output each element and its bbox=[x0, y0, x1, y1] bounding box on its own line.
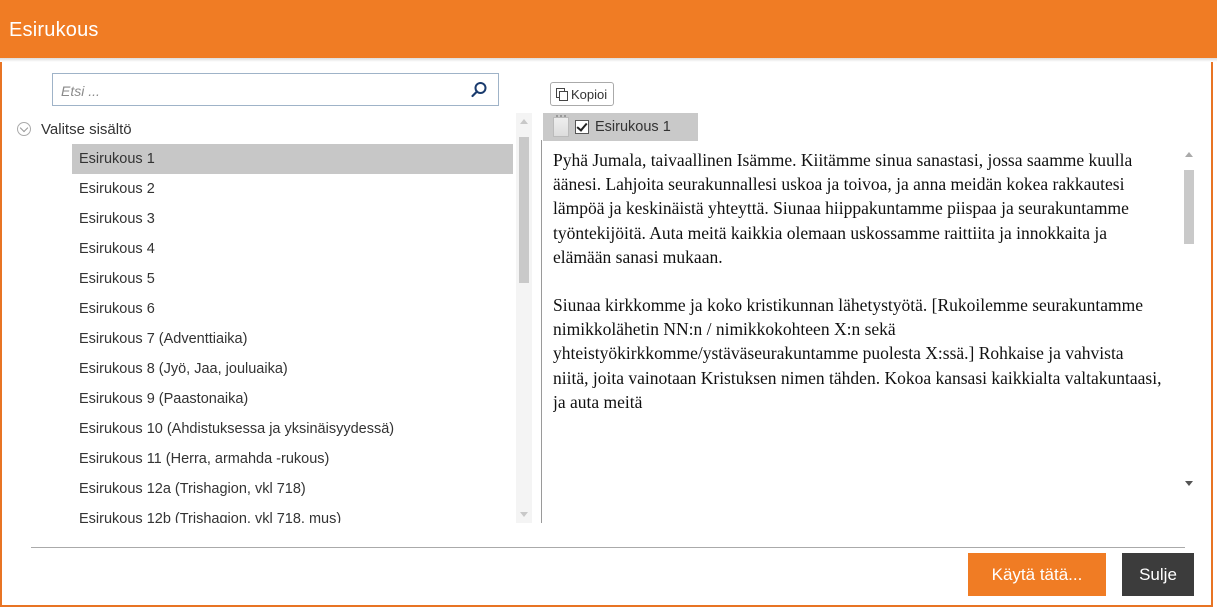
tree-root[interactable]: Valitse sisältö bbox=[17, 119, 132, 139]
copy-icon bbox=[556, 88, 568, 101]
collapse-icon[interactable] bbox=[17, 122, 31, 136]
close-button[interactable]: Sulje bbox=[1122, 553, 1194, 596]
scroll-down-arrow-icon[interactable] bbox=[520, 512, 528, 517]
tree-item[interactable]: Esirukous 8 (Jyö, Jaa, jouluaika) bbox=[72, 354, 513, 384]
scroll-up-arrow-icon[interactable] bbox=[1185, 152, 1193, 157]
content-tree: Valitse sisältö Esirukous 1 Esirukous 2 Es… bbox=[17, 113, 522, 523]
search-input[interactable] bbox=[59, 80, 463, 102]
tree-list: Esirukous 1 Esirukous 2 Esirukous 3 Esiruko… bbox=[72, 144, 513, 523]
tree-item[interactable]: Esirukous 10 (Ahdistuksessa ja yksinäisy… bbox=[72, 414, 513, 444]
tree-item[interactable]: Esirukous 11 (Herra, armahda -rukous) bbox=[72, 444, 513, 474]
tree-item[interactable]: Esirukous 7 (Adventtiaika) bbox=[72, 324, 513, 354]
prayer-paragraph-2: Siunaa kirkkomme ja koko kristikunnan lä… bbox=[553, 295, 1162, 412]
copy-button[interactable]: Kopioi bbox=[550, 82, 615, 106]
tree-item[interactable]: Esirukous 1 bbox=[72, 144, 513, 174]
selected-item-header: Esirukous 1 bbox=[543, 113, 698, 141]
scroll-thumb[interactable] bbox=[1184, 170, 1194, 244]
use-this-button[interactable]: Käytä tätä... bbox=[968, 553, 1106, 596]
title-bar: Esirukous bbox=[0, 0, 1217, 58]
include-checkbox[interactable] bbox=[575, 120, 589, 134]
tree-item[interactable]: Esirukous 2 bbox=[72, 174, 513, 204]
tree-item[interactable]: Esirukous 4 bbox=[72, 234, 513, 264]
selected-item-label: Esirukous 1 bbox=[595, 119, 671, 135]
tree-item[interactable]: Esirukous 6 bbox=[72, 294, 513, 324]
search-box bbox=[52, 73, 499, 106]
panel-divider bbox=[541, 140, 542, 523]
tree-item[interactable]: Esirukous 5 bbox=[72, 264, 513, 294]
copy-button-label: Kopioi bbox=[571, 86, 608, 102]
scroll-thumb[interactable] bbox=[519, 137, 529, 283]
scroll-down-arrow-icon[interactable] bbox=[1185, 481, 1193, 486]
title-shadow bbox=[0, 58, 1217, 62]
tree-item[interactable]: Esirukous 9 (Paastonaika) bbox=[72, 384, 513, 414]
footer-divider bbox=[31, 547, 1185, 548]
tree-item[interactable]: Esirukous 12a (Trishagion, vkl 718) bbox=[72, 474, 513, 504]
prayer-text: Pyhä Jumala, taivaallinen Isämme. Kiitäm… bbox=[553, 148, 1163, 496]
prayer-paragraph-1: Pyhä Jumala, taivaallinen Isämme. Kiitäm… bbox=[553, 150, 1133, 267]
scroll-up-arrow-icon[interactable] bbox=[520, 119, 528, 124]
tree-item[interactable]: Esirukous 12b (Trishagion, vkl 718, mus) bbox=[72, 504, 513, 523]
tree-item[interactable]: Esirukous 3 bbox=[72, 204, 513, 234]
search-icon[interactable] bbox=[470, 81, 488, 99]
tree-root-label: Valitse sisältö bbox=[41, 120, 132, 138]
text-scrollbar[interactable] bbox=[1181, 144, 1197, 496]
notepad-icon bbox=[553, 115, 569, 137]
tree-scrollbar[interactable] bbox=[516, 113, 532, 523]
dialog-title: Esirukous bbox=[9, 19, 99, 41]
